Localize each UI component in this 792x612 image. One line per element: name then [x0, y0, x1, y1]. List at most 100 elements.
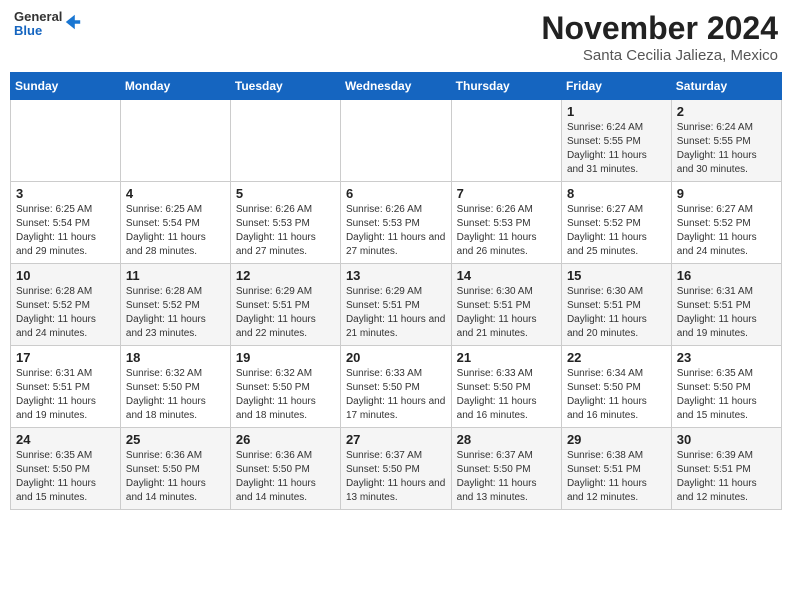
- calendar-cell: 11 Sunrise: 6:28 AM Sunset: 5:52 PM Dayli…: [120, 264, 230, 346]
- day-detail: Sunrise: 6:36 AM Sunset: 5:50 PM Dayligh…: [126, 449, 225, 505]
- header-day: Wednesday: [340, 73, 451, 100]
- day-number: 30: [677, 432, 776, 447]
- calendar-cell: 26 Sunrise: 6:36 AM Sunset: 5:50 PM Dayli…: [230, 428, 340, 510]
- page-header: General Blue November 2024 Santa Cecilia…: [10, 10, 782, 64]
- calendar-cell: 17Sunrise: 6:31 AM Sunset: 5:51 PM Dayli…: [11, 346, 121, 428]
- day-number: 7: [457, 186, 556, 201]
- day-number: 4: [126, 186, 225, 201]
- day-detail: Sunrise: 6:36 AM Sunset: 5:50 PM Dayligh…: [236, 449, 335, 505]
- day-number: 6: [346, 186, 446, 201]
- day-detail: Sunrise: 6:31 AM Sunset: 5:51 PM Dayligh…: [677, 285, 776, 341]
- calendar-cell: 25Sunrise: 6:36 AM Sunset: 5:50 PM Dayli…: [120, 428, 230, 510]
- day-number: 15: [567, 268, 666, 283]
- day-detail: Sunrise: 6:32 AM Sunset: 5:50 PM Dayligh…: [126, 367, 225, 423]
- calendar-cell: 10Sunrise: 6:28 AM Sunset: 5:52 PM Dayli…: [11, 264, 121, 346]
- calendar-header: SundayMondayTuesdayWednesdayThursdayFrid…: [11, 73, 782, 100]
- day-detail: Sunrise: 6:29 AM Sunset: 5:51 PM Dayligh…: [236, 285, 335, 341]
- calendar-cell: [11, 100, 121, 182]
- day-number: 13: [346, 268, 446, 283]
- day-detail: Sunrise: 6:30 AM Sunset: 5:51 PM Dayligh…: [567, 285, 666, 341]
- day-number: 29: [567, 432, 666, 447]
- calendar-cell: 14 Sunrise: 6:30 AM Sunset: 5:51 PM Dayli…: [451, 264, 561, 346]
- calendar-cell: 19Sunrise: 6:32 AM Sunset: 5:50 PM Dayli…: [230, 346, 340, 428]
- calendar-cell: [340, 100, 451, 182]
- calendar-cell: 1Sunrise: 6:24 AM Sunset: 5:55 PM Daylig…: [561, 100, 671, 182]
- calendar-cell: 23Sunrise: 6:35 AM Sunset: 5:50 PM Dayli…: [671, 346, 781, 428]
- header-day: Sunday: [11, 73, 121, 100]
- day-detail: Sunrise: 6:30 AM Sunset: 5:51 PM Dayligh…: [457, 285, 556, 341]
- day-number: 28: [457, 432, 556, 447]
- calendar-cell: 27 Sunrise: 6:37 AM Sunset: 5:50 PM Dayli…: [340, 428, 451, 510]
- day-detail: Sunrise: 6:35 AM Sunset: 5:50 PM Dayligh…: [16, 449, 115, 505]
- calendar-cell: 21 Sunrise: 6:33 AM Sunset: 5:50 PM Dayli…: [451, 346, 561, 428]
- calendar-cell: 4Sunrise: 6:25 AM Sunset: 5:54 PM Daylig…: [120, 182, 230, 264]
- day-detail: Sunrise: 6:27 AM Sunset: 5:52 PM Dayligh…: [677, 203, 776, 259]
- day-detail: Sunrise: 6:33 AM Sunset: 5:50 PM Dayligh…: [346, 367, 446, 423]
- day-number: 24: [16, 432, 115, 447]
- day-detail: Sunrise: 6:28 AM Sunset: 5:52 PM Dayligh…: [126, 285, 225, 341]
- day-number: 5: [236, 186, 335, 201]
- day-number: 26: [236, 432, 335, 447]
- day-detail: Sunrise: 6:26 AM Sunset: 5:53 PM Dayligh…: [236, 203, 335, 259]
- day-number: 16: [677, 268, 776, 283]
- day-number: 14: [457, 268, 556, 283]
- day-number: 22: [567, 350, 666, 365]
- title-block: November 2024 Santa Cecilia Jalieza, Mex…: [541, 10, 778, 64]
- calendar-week-row: 10 Sunrise: 6:28 AM Sunset: 5:52 PM Dayli…: [11, 264, 782, 346]
- header-day: Friday: [561, 73, 671, 100]
- day-detail: Sunrise: 6:24 AM Sunset: 5:55 PM Dayligh…: [677, 121, 776, 177]
- day-number: 3: [16, 186, 115, 201]
- day-number: 19: [236, 350, 335, 365]
- day-number: 20: [346, 350, 446, 365]
- day-detail: Sunrise: 6:27 AM Sunset: 5:52 PM Dayligh…: [567, 203, 666, 259]
- calendar-cell: 2 Sunrise: 6:24 AM Sunset: 5:55 PM Daylig…: [671, 100, 781, 182]
- day-number: 2: [677, 104, 776, 119]
- header-day: Saturday: [671, 73, 781, 100]
- day-number: 11: [126, 268, 225, 283]
- calendar-cell: 20 Sunrise: 6:33 AM Sunset: 5:50 PM Dayli…: [340, 346, 451, 428]
- day-detail: Sunrise: 6:24 AM Sunset: 5:55 PM Dayligh…: [567, 121, 666, 177]
- day-number: 10: [16, 268, 115, 283]
- calendar-cell: 8 Sunrise: 6:27 AM Sunset: 5:52 PM Daylig…: [561, 182, 671, 264]
- day-detail: Sunrise: 6:29 AM Sunset: 5:51 PM Dayligh…: [346, 285, 446, 341]
- calendar-cell: 7 Sunrise: 6:26 AM Sunset: 5:53 PM Daylig…: [451, 182, 561, 264]
- calendar-cell: 29 Sunrise: 6:38 AM Sunset: 5:51 PM Dayli…: [561, 428, 671, 510]
- calendar-cell: [451, 100, 561, 182]
- calendar-week-row: 1Sunrise: 6:24 AM Sunset: 5:55 PM Daylig…: [11, 100, 782, 182]
- day-number: 8: [567, 186, 666, 201]
- day-detail: Sunrise: 6:25 AM Sunset: 5:54 PM Dayligh…: [16, 203, 115, 259]
- logo-general: General: [14, 10, 62, 24]
- day-number: 9: [677, 186, 776, 201]
- header-day: Monday: [120, 73, 230, 100]
- calendar-cell: 22Sunrise: 6:34 AM Sunset: 5:50 PM Dayli…: [561, 346, 671, 428]
- page-subtitle: Santa Cecilia Jalieza, Mexico: [541, 47, 778, 64]
- day-detail: Sunrise: 6:39 AM Sunset: 5:51 PM Dayligh…: [677, 449, 776, 505]
- day-number: 21: [457, 350, 556, 365]
- calendar-cell: 6Sunrise: 6:26 AM Sunset: 5:53 PM Daylig…: [340, 182, 451, 264]
- calendar-cell: [230, 100, 340, 182]
- calendar-cell: [120, 100, 230, 182]
- day-detail: Sunrise: 6:33 AM Sunset: 5:50 PM Dayligh…: [457, 367, 556, 423]
- day-detail: Sunrise: 6:26 AM Sunset: 5:53 PM Dayligh…: [457, 203, 556, 259]
- header-day: Thursday: [451, 73, 561, 100]
- calendar-table: SundayMondayTuesdayWednesdayThursdayFrid…: [10, 72, 782, 510]
- calendar-week-row: 3 Sunrise: 6:25 AM Sunset: 5:54 PM Daylig…: [11, 182, 782, 264]
- calendar-cell: 3 Sunrise: 6:25 AM Sunset: 5:54 PM Daylig…: [11, 182, 121, 264]
- logo-blue: Blue: [14, 24, 62, 38]
- calendar-body: 1Sunrise: 6:24 AM Sunset: 5:55 PM Daylig…: [11, 100, 782, 510]
- header-day: Tuesday: [230, 73, 340, 100]
- calendar-cell: 13 Sunrise: 6:29 AM Sunset: 5:51 PM Dayli…: [340, 264, 451, 346]
- day-detail: Sunrise: 6:38 AM Sunset: 5:51 PM Dayligh…: [567, 449, 666, 505]
- logo-text: General Blue: [14, 10, 62, 39]
- calendar-cell: 24 Sunrise: 6:35 AM Sunset: 5:50 PM Dayli…: [11, 428, 121, 510]
- day-number: 12: [236, 268, 335, 283]
- day-detail: Sunrise: 6:37 AM Sunset: 5:50 PM Dayligh…: [457, 449, 556, 505]
- calendar-cell: 5 Sunrise: 6:26 AM Sunset: 5:53 PM Daylig…: [230, 182, 340, 264]
- calendar-cell: 16 Sunrise: 6:31 AM Sunset: 5:51 PM Dayli…: [671, 264, 781, 346]
- day-number: 27: [346, 432, 446, 447]
- day-detail: Sunrise: 6:37 AM Sunset: 5:50 PM Dayligh…: [346, 449, 446, 505]
- calendar-cell: 9 Sunrise: 6:27 AM Sunset: 5:52 PM Daylig…: [671, 182, 781, 264]
- calendar-week-row: 17Sunrise: 6:31 AM Sunset: 5:51 PM Dayli…: [11, 346, 782, 428]
- day-number: 18: [126, 350, 225, 365]
- day-number: 23: [677, 350, 776, 365]
